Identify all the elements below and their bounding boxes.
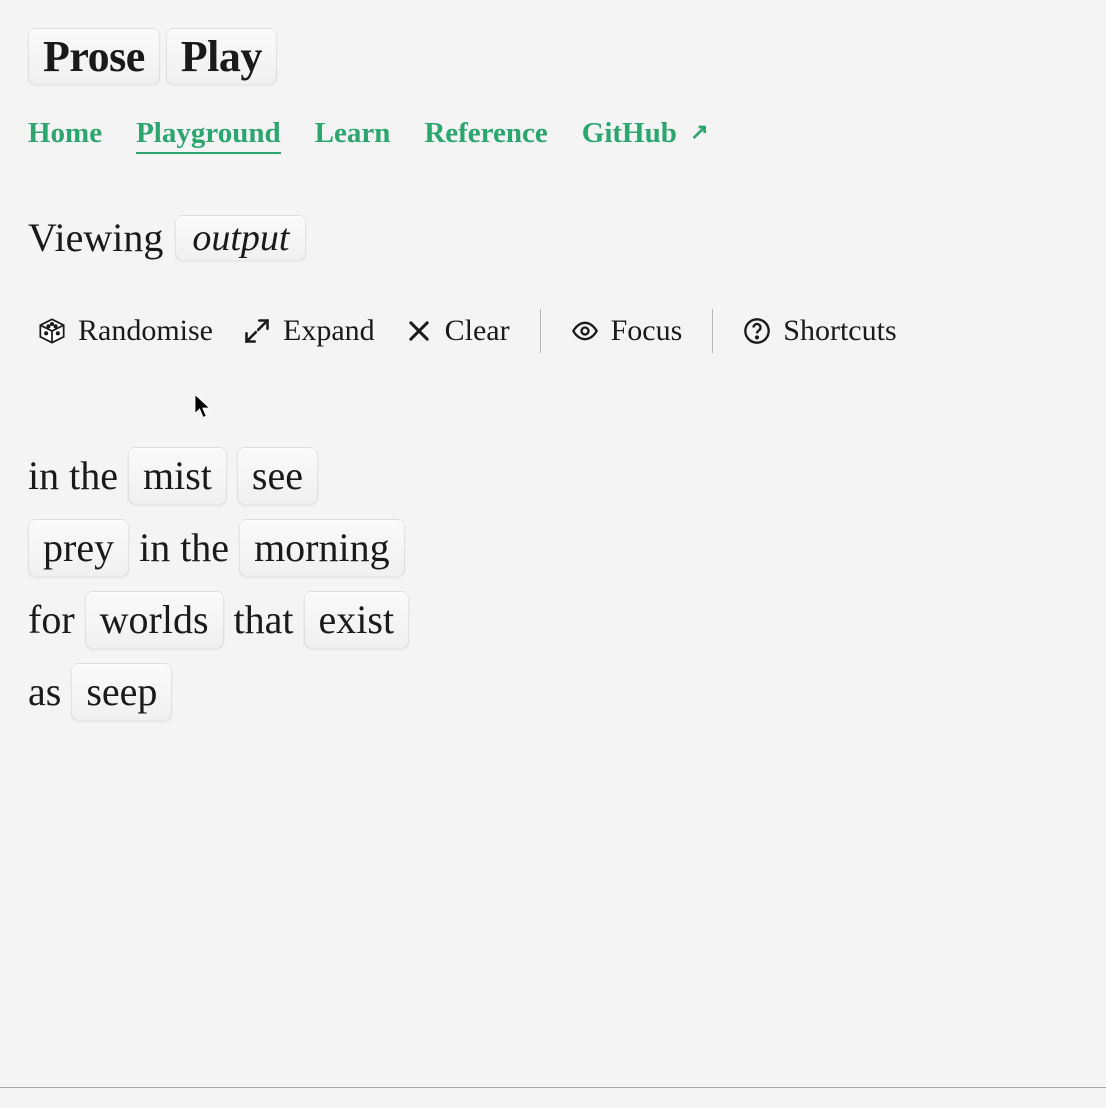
viewing-label: Viewing [28,214,163,261]
word-chip[interactable]: morning [239,519,405,577]
shortcuts-button[interactable]: Shortcuts [743,314,896,348]
output-line: asseep [28,657,1078,727]
title-word-1[interactable]: Prose [28,28,160,85]
word-chip[interactable]: worlds [85,591,224,649]
output-content: in themistseepreyin themorningforworldst… [28,441,1078,727]
footer-divider [0,1087,1106,1088]
clear-button[interactable]: Clear [405,314,510,348]
main-nav: Home Playground Learn Reference GitHub ↗ [28,117,1078,154]
plain-text: that [234,585,294,655]
close-icon [405,317,433,345]
clear-label: Clear [445,314,510,348]
toolbar-divider-2 [712,309,713,353]
dice-icon [38,317,66,345]
shortcuts-label: Shortcuts [783,314,896,348]
nav-learn[interactable]: Learn [315,117,391,154]
nav-github[interactable]: GitHub ↗ [582,117,709,154]
word-chip[interactable]: mist [128,447,227,505]
nav-playground[interactable]: Playground [136,117,281,154]
word-chip[interactable]: see [237,447,318,505]
nav-reference[interactable]: Reference [424,117,547,154]
output-line: preyin themorning [28,513,1078,583]
nav-github-label: GitHub [582,117,677,149]
expand-label: Expand [283,314,375,348]
toolbar-divider-1 [540,309,541,353]
nav-home[interactable]: Home [28,117,102,154]
external-link-icon: ↗ [690,119,708,145]
plain-text: in the [28,441,118,511]
word-chip[interactable]: seep [71,663,172,721]
toolbar: Randomise Expand Clear Focus [38,309,1078,353]
plain-text: in the [139,513,229,583]
help-icon [743,317,771,345]
expand-icon [243,317,271,345]
word-chip[interactable]: prey [28,519,129,577]
plain-text: for [28,585,75,655]
eye-icon [571,317,599,345]
word-chip[interactable]: exist [304,591,410,649]
viewing-row: Viewing output [28,214,1078,261]
output-line: in themistsee [28,441,1078,511]
expand-button[interactable]: Expand [243,314,375,348]
randomise-button[interactable]: Randomise [38,314,213,348]
focus-button[interactable]: Focus [571,314,683,348]
focus-label: Focus [611,314,683,348]
title-word-2[interactable]: Play [166,28,277,85]
randomise-label: Randomise [78,314,213,348]
output-line: forworldsthatexist [28,585,1078,655]
mouse-cursor-icon [192,393,214,426]
plain-text: as [28,657,61,727]
app-title: Prose Play [28,28,1078,85]
viewing-mode-chip[interactable]: output [175,215,306,261]
